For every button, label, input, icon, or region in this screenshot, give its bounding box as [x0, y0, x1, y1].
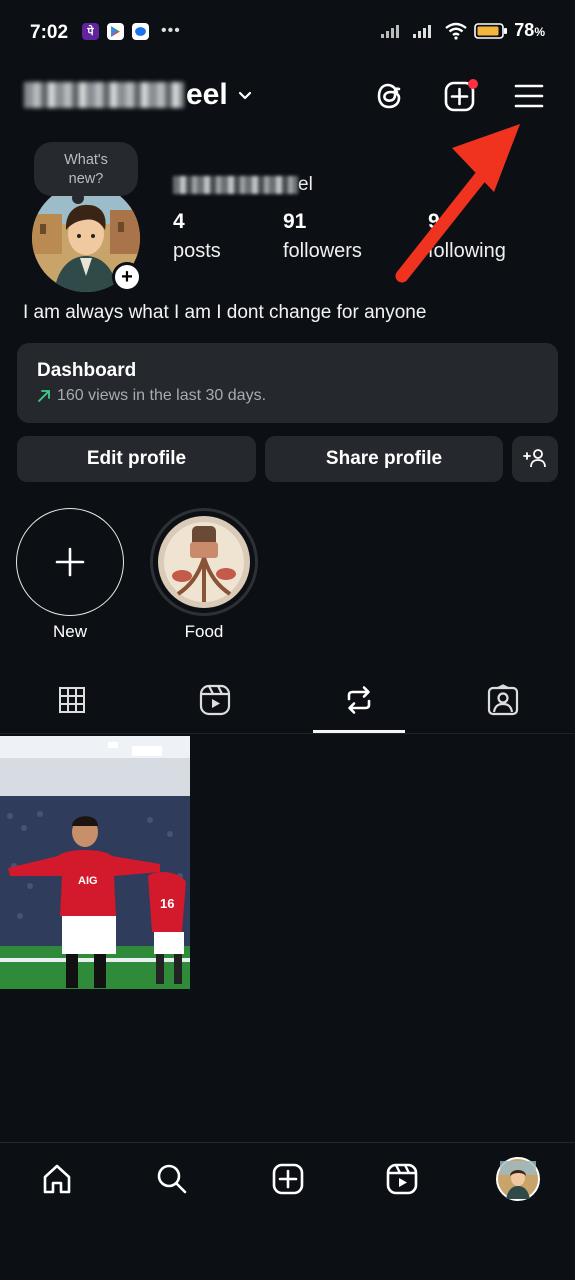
signal-icon [381, 24, 400, 38]
status-bar: 7:02 पे ••• 78% [0, 0, 575, 66]
bottom-nav [0, 1142, 575, 1214]
battery-percent: 78% [514, 20, 545, 40]
username-suffix: eel [186, 78, 228, 111]
note-bubble[interactable]: What's new? [34, 142, 138, 204]
trend-up-icon [38, 390, 50, 402]
create-icon[interactable] [440, 76, 480, 116]
phonepe-icon: पे [82, 22, 99, 40]
home-icon[interactable] [35, 1157, 79, 1201]
stat-followers[interactable]: 91 followers [283, 210, 362, 263]
edit-profile-button[interactable]: Edit profile [17, 436, 256, 482]
tab-grid[interactable] [27, 668, 117, 732]
menu-icon[interactable] [509, 76, 549, 116]
display-name: el [173, 173, 313, 197]
svg-text:AIG: AIG [78, 875, 98, 887]
football-photo: 16 AIG [0, 736, 190, 989]
battery-icon [474, 22, 508, 39]
play-store-icon [107, 22, 124, 40]
threads-icon[interactable] [370, 76, 410, 116]
repost-thumbnail[interactable]: 16 AIG [0, 736, 190, 989]
reposts-icon [347, 686, 371, 714]
grid-icon [59, 687, 85, 713]
dashboard-card[interactable]: Dashboard 160 views in the last 30 days. [17, 343, 558, 423]
dashboard-subtitle: 160 views in the last 30 days. [37, 387, 538, 405]
highlight-new[interactable]: New [16, 508, 124, 642]
more-notifications-icon: ••• [161, 22, 181, 39]
reels-icon [199, 684, 231, 716]
tagged-icon [487, 684, 519, 716]
profile-avatar-nav[interactable] [495, 1156, 541, 1202]
notification-dot [468, 79, 478, 89]
username-switcher[interactable]: eel [24, 78, 254, 112]
tab-reels[interactable] [170, 668, 260, 732]
profile-avatar-wrap[interactable]: + [32, 184, 142, 292]
search-icon[interactable] [150, 1157, 194, 1201]
stat-posts[interactable]: 4 posts [173, 210, 221, 263]
share-profile-button[interactable]: Share profile [265, 436, 503, 482]
display-name-redacted [173, 176, 298, 194]
messages-icon [132, 22, 149, 40]
signal-icon-2 [413, 24, 432, 38]
tab-reposts[interactable] [314, 668, 404, 732]
create-post-icon[interactable] [266, 1157, 310, 1201]
profile-bio: I am always what I am I dont change for … [23, 302, 427, 323]
status-time: 7:02 [30, 22, 69, 43]
profile-tabs [0, 668, 575, 734]
food-highlight-image [158, 516, 250, 608]
food-highlight-circle[interactable] [150, 508, 258, 616]
plus-icon [55, 547, 85, 577]
dashboard-title: Dashboard [37, 360, 137, 381]
add-story-icon[interactable]: + [112, 262, 142, 292]
annotation-arrow [395, 124, 520, 283]
chevron-down-icon [238, 91, 251, 100]
username-redacted [24, 82, 184, 108]
discover-people-button[interactable] [512, 436, 558, 482]
wifi-icon [445, 22, 468, 40]
highlight-food[interactable]: Food [150, 508, 258, 642]
selected-tab-indicator [313, 730, 405, 733]
add-person-icon [523, 449, 546, 468]
tab-tagged[interactable] [458, 668, 548, 732]
reels-nav-icon[interactable] [380, 1157, 424, 1201]
svg-text:16: 16 [160, 896, 174, 911]
new-highlight-circle[interactable] [16, 508, 124, 616]
status-app-icons: पे ••• [82, 22, 181, 40]
status-right: 78% [380, 20, 545, 41]
